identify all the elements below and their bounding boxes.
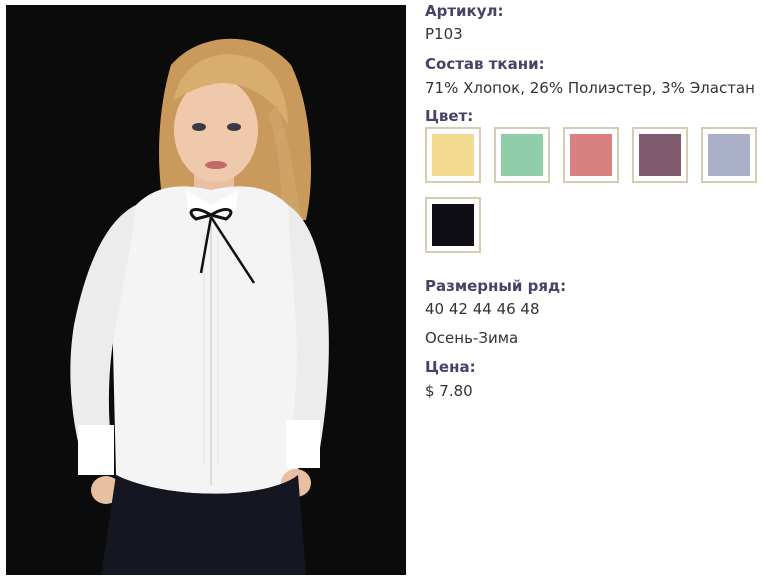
swatch-fill [570, 134, 612, 176]
price-value: $ 7.80 [425, 382, 473, 400]
price-label: Цена: [425, 358, 476, 376]
article-label: Артикул: [425, 2, 504, 20]
product-illustration [6, 5, 406, 575]
sizes-label: Размерный ряд: [425, 277, 567, 295]
color-swatch-lavender-gray[interactable] [701, 127, 757, 183]
product-photo[interactable] [6, 5, 406, 575]
article-value: P103 [425, 25, 463, 43]
swatch-fill [639, 134, 681, 176]
composition-label: Состав ткани: [425, 55, 545, 73]
swatch-fill [432, 134, 474, 176]
sizes-value: 40 42 44 46 48 [425, 300, 540, 318]
season-value: Осень-Зима [425, 329, 519, 347]
color-swatch-pink[interactable] [563, 127, 619, 183]
color-swatch-yellow[interactable] [425, 127, 481, 183]
color-swatch-mint[interactable] [494, 127, 550, 183]
swatch-fill [708, 134, 750, 176]
color-swatch-black[interactable] [425, 197, 481, 253]
composition-value: 71% Хлопок, 26% Полиэстер, 3% Эластан [425, 79, 755, 97]
swatch-fill [501, 134, 543, 176]
swatch-fill [432, 204, 474, 246]
color-swatch-mauve[interactable] [632, 127, 688, 183]
color-label: Цвет: [425, 107, 474, 125]
